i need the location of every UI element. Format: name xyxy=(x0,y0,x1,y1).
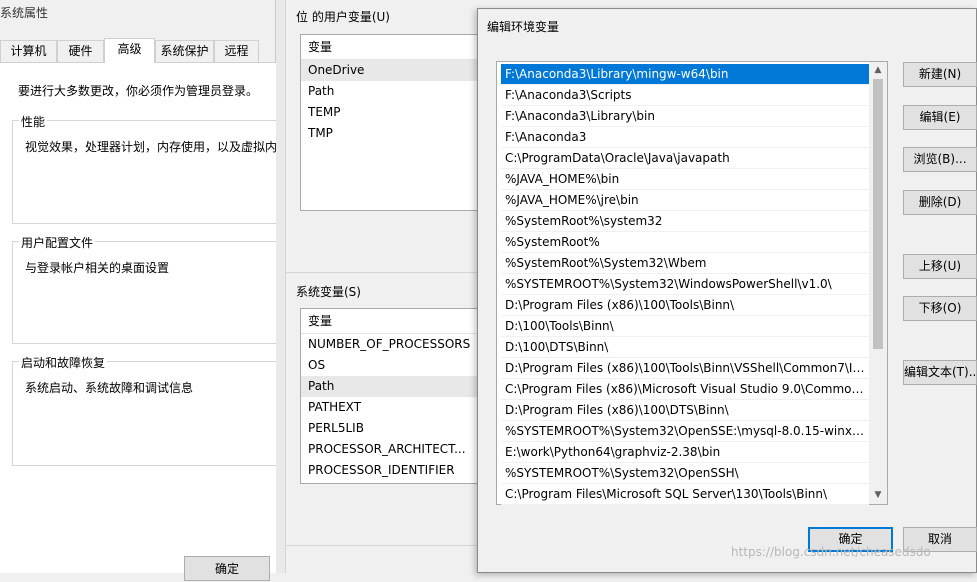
new-button[interactable]: 新建(N) xyxy=(903,62,977,87)
list-item[interactable]: PATHEXT xyxy=(301,397,489,418)
list-item[interactable]: %JAVA_HOME%\bin xyxy=(501,169,869,190)
edit-button[interactable]: 编辑(E) xyxy=(903,105,977,130)
list-item[interactable]: C:\ProgramData\Oracle\Java\javapath xyxy=(501,148,869,169)
chevron-down-icon[interactable]: ▼ xyxy=(869,487,887,504)
list-item[interactable]: Path xyxy=(301,376,489,397)
list-item[interactable]: %JAVA_HOME%\jre\bin xyxy=(501,190,869,211)
path-list[interactable]: F:\Anaconda3\Library\mingw-w64\bin F:\An… xyxy=(496,61,888,505)
user-profiles-title: 用户配置文件 xyxy=(19,234,96,251)
user-vars-header[interactable]: 变量 xyxy=(301,35,489,60)
performance-group: 性能 视觉效果，处理器计划，内存使用，以及虚拟内 xyxy=(12,113,278,224)
admin-note: 要进行大多数更改，你必须作为管理员登录。 xyxy=(18,84,259,98)
list-item[interactable]: F:\Anaconda3 xyxy=(501,127,869,148)
list-item[interactable]: %SystemRoot% xyxy=(501,232,869,253)
window-frame-edge xyxy=(276,0,286,573)
user-vars-title: 位 的用户变量(U) xyxy=(296,10,390,24)
vertical-scrollbar[interactable]: ▲ ▼ xyxy=(869,62,887,504)
list-item[interactable]: PROCESSOR_ARCHITECT... xyxy=(301,439,489,460)
list-item[interactable]: %SystemRoot%\System32\Wbem xyxy=(501,253,869,274)
list-item[interactable]: %SYSTEMROOT%\System32\OpenSSH\ xyxy=(501,463,869,484)
watermark: https://blog.csdn.net/cheasedsdo xyxy=(731,545,931,559)
list-item[interactable]: %SYSTEMROOT%\System32\WindowsPowerShell\… xyxy=(501,274,869,295)
list-item[interactable]: D:\Program Files (x86)\100\DTS\Binn\ xyxy=(501,400,869,421)
separator xyxy=(286,545,488,546)
performance-title: 性能 xyxy=(19,113,48,130)
list-item[interactable]: C:\Program Files\Microsoft SQL Server\13… xyxy=(501,484,869,505)
browse-button[interactable]: 浏览(B)... xyxy=(903,147,977,172)
tab-strip: 计算机名 硬件 高级 系统保护 远程 xyxy=(0,38,276,78)
list-item[interactable]: NUMBER_OF_PROCESSORS xyxy=(301,334,489,355)
startup-recovery-group: 启动和故障恢复 系统启动、系统故障和调试信息 xyxy=(12,354,277,466)
list-item[interactable]: F:\Anaconda3\Library\mingw-w64\bin xyxy=(501,64,869,85)
list-item[interactable]: C:\Program Files (x86)\Microsoft Visual … xyxy=(501,379,869,400)
list-item[interactable]: D:\100\DTS\Binn\ xyxy=(501,337,869,358)
list-item[interactable]: OS xyxy=(301,355,489,376)
list-item[interactable]: D:\Program Files (x86)\100\Tools\Binn\ xyxy=(501,295,869,316)
user-profiles-group: 用户配置文件 与登录帐户相关的桌面设置 xyxy=(12,234,277,344)
startup-recovery-description: 系统启动、系统故障和调试信息 xyxy=(25,381,194,395)
list-item[interactable]: TEMP xyxy=(301,102,489,123)
list-item[interactable]: %SystemRoot%\system32 xyxy=(501,211,869,232)
move-up-button[interactable]: 上移(U) xyxy=(903,254,977,279)
system-vars-title: 系统变量(S) xyxy=(296,285,361,299)
delete-button[interactable]: 删除(D) xyxy=(903,190,977,215)
list-item[interactable]: PERL5LIB xyxy=(301,418,489,439)
tab-remote[interactable]: 远程 xyxy=(214,40,259,62)
tab-hardware[interactable]: 硬件 xyxy=(57,40,104,62)
system-vars-list[interactable]: 变量 NUMBER_OF_PROCESSORS OS Path PATHEXT … xyxy=(300,308,490,484)
dialog-title: 编辑环境变量 xyxy=(487,20,560,34)
environment-variables-window: 位 的用户变量(U) 变量 OneDrive Path TEMP TMP 系统变… xyxy=(276,0,490,573)
window-title: 系统属性 xyxy=(0,6,49,20)
startup-recovery-title: 启动和故障恢复 xyxy=(19,354,108,371)
move-down-button[interactable]: 下移(O) xyxy=(903,296,977,321)
tab-system-protection[interactable]: 系统保护 xyxy=(155,40,214,62)
system-properties-ok-button[interactable]: 确定 xyxy=(184,556,270,581)
list-item[interactable]: E:\work\Python64\graphviz-2.38\bin xyxy=(501,442,869,463)
system-properties-window: 系统属性 计算机名 硬件 高级 系统保护 远程 要进行大多数更改，你必须作为管理… xyxy=(0,0,278,581)
performance-description: 视觉效果，处理器计划，内存使用，以及虚拟内 xyxy=(25,140,278,154)
list-item[interactable]: Path xyxy=(301,81,489,102)
user-profiles-description: 与登录帐户相关的桌面设置 xyxy=(25,261,170,275)
separator xyxy=(286,272,488,273)
list-item[interactable]: TMP xyxy=(301,123,489,144)
list-item[interactable]: D:\100\Tools\Binn\ xyxy=(501,316,869,337)
list-item[interactable]: PROCESSOR_IDENTIFIER xyxy=(301,460,489,481)
tab-computer-name[interactable]: 计算机名 xyxy=(0,40,57,78)
list-item[interactable]: OneDrive xyxy=(301,60,489,81)
advanced-tab-panel: 要进行大多数更改，你必须作为管理员登录。 性能 视觉效果，处理器计划，内存使用，… xyxy=(0,62,278,581)
tab-advanced[interactable]: 高级 xyxy=(104,38,155,63)
chevron-up-icon[interactable]: ▲ xyxy=(869,62,887,79)
system-vars-header[interactable]: 变量 xyxy=(301,309,489,334)
scrollbar-thumb[interactable] xyxy=(873,79,883,349)
edit-text-button[interactable]: 编辑文本(T)... xyxy=(903,360,977,385)
user-vars-list[interactable]: 变量 OneDrive Path TEMP TMP xyxy=(300,34,490,211)
list-item[interactable]: D:\Program Files (x86)\100\Tools\Binn\VS… xyxy=(501,358,869,379)
list-item[interactable]: F:\Anaconda3\Library\bin xyxy=(501,106,869,127)
list-item[interactable]: %SYSTEMROOT%\System32\OpenSSE:\mysql-8.0… xyxy=(501,421,869,442)
list-item[interactable]: F:\Anaconda3\Scripts xyxy=(501,85,869,106)
